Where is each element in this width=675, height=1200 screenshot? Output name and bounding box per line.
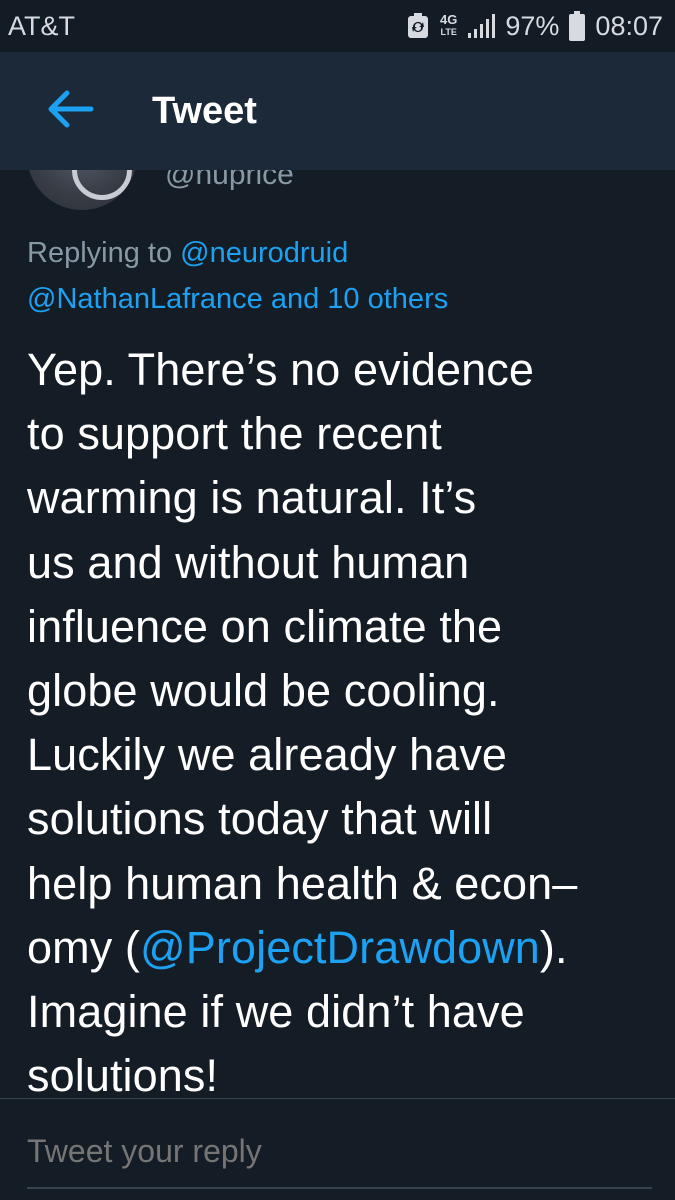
tweet-author-row: @nuprice [0,170,675,210]
mention-link[interactable]: @ProjectDrawdown [140,922,540,973]
tweet-line: globe would be cooling. [27,665,500,717]
carrier-name: AT&T [8,10,75,41]
signal-bars-icon [467,13,496,39]
avatar[interactable] [27,170,137,210]
reply-input-underline [27,1187,652,1189]
tweet-line: Yep. There’s no evidence [27,344,534,395]
back-button[interactable] [0,52,140,170]
battery-percent: 97% [505,10,560,41]
tweet-line: us and without human [27,536,470,588]
network-type-indicator: 4G LTE [440,12,458,37]
app-bar: Tweet [0,52,675,170]
tweet-line: solutions today that will [27,793,493,845]
tweet-text: Yep. There’s no evidence to support the … [27,338,657,1108]
mention-list-link[interactable]: @NathanLafrance and 10 others [27,283,448,315]
tweet-line-with-mention: omy (@ProjectDrawdown). [27,916,657,980]
status-icons: 4G LTE 97% 08:07 [406,11,663,42]
reply-context-line-1: Replying to @neurodruid [27,230,657,276]
reply-context: Replying to @neurodruid @NathanLafrance … [27,230,657,322]
tweet-line: help human health & econ– [27,857,578,909]
steering-wheel-shape [72,170,132,200]
tweet-line: influence on climate the [27,600,503,652]
tweet-line: Luckily we already have [27,729,508,781]
arrow-left-icon [45,89,95,134]
reply-composer [0,1098,675,1200]
page-title: Tweet [152,89,257,132]
tweet-line: Imagine if we didn’t have [27,986,525,1038]
reply-input[interactable] [27,1121,652,1181]
tweet-text-fragment: ). [539,921,568,973]
tweet-screen: AT&T 4G LTE 97% 08:07 Tweet @nuprice Rep… [0,0,675,1200]
clock: 08:07 [595,10,663,41]
tweet-line: warming is natural. It’s [27,472,477,524]
replying-to-label: Replying to [27,237,181,269]
sync-notification-icon [406,12,430,40]
tweet-text-fragment: omy ( [27,921,140,973]
mention-link[interactable]: @neurodruid [180,237,348,269]
author-handle[interactable]: @nuprice [165,170,294,192]
status-bar: AT&T 4G LTE 97% 08:07 [0,0,675,52]
battery-icon [569,11,586,41]
reply-context-line-2: @NathanLafrance and 10 others [27,276,657,322]
tweet-line: to support the recent [27,408,442,460]
